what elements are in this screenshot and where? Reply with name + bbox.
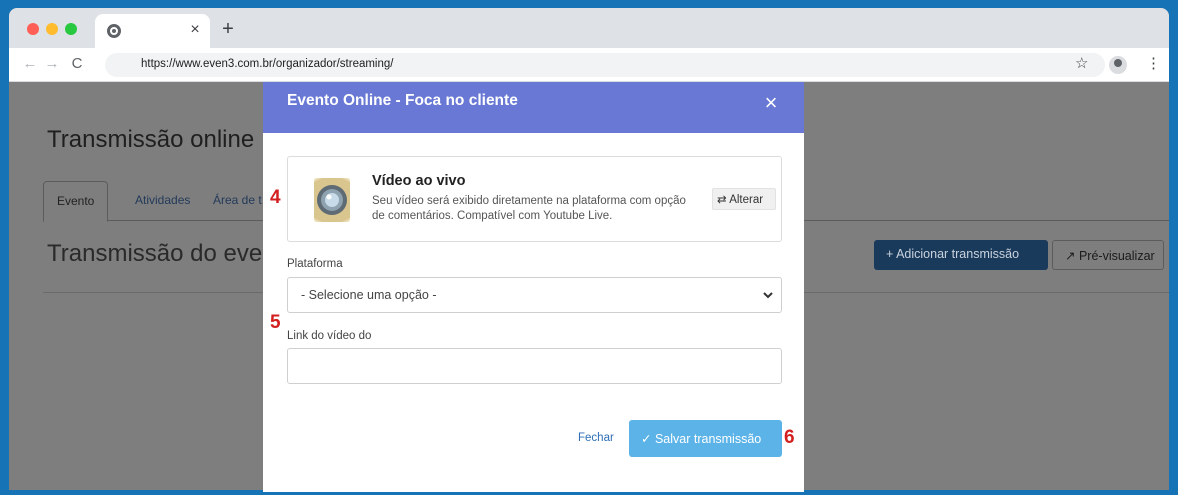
video-link-input[interactable]	[287, 348, 782, 384]
minimize-window-button[interactable]	[46, 23, 58, 35]
save-transmission-button[interactable]: ✓ Salvar transmissão	[629, 420, 782, 457]
tab-area[interactable]: Área de t	[213, 193, 262, 207]
video-link-label: Link do vídeo do	[287, 330, 372, 342]
external-link-icon: ↗	[1065, 249, 1076, 263]
preview-button-label: Pré-visualizar	[1078, 249, 1155, 263]
tab-close-icon[interactable]: ×	[187, 21, 203, 39]
card-title: Vídeo ao vivo	[372, 173, 466, 189]
streaming-modal: Evento Online - Foca no cliente × Vídeo …	[263, 82, 804, 492]
change-button-label: Alterar	[729, 194, 764, 206]
tab-atividades[interactable]: Atividades	[135, 193, 190, 207]
browser-menu-icon[interactable]: ⋮	[1146, 54, 1161, 72]
close-link[interactable]: Fechar	[578, 432, 614, 444]
section-title: Transmissão do event	[47, 240, 283, 267]
chrome-icon	[107, 24, 121, 38]
swap-icon: ⇄	[717, 194, 727, 206]
webcam-icon	[314, 178, 350, 222]
step-marker-5: 5	[270, 312, 281, 333]
tab-bar: × +	[9, 8, 1169, 48]
address-bar[interactable]: https://www.even3.com.br/organizador/str…	[105, 53, 1105, 77]
profile-avatar-icon[interactable]	[1109, 56, 1127, 74]
maximize-window-button[interactable]	[65, 23, 77, 35]
modal-title: Evento Online - Foca no cliente	[287, 92, 518, 109]
browser-tab[interactable]: ×	[95, 14, 210, 48]
url-text: https://www.even3.com.br/organizador/str…	[141, 58, 394, 70]
close-window-button[interactable]	[27, 23, 39, 35]
back-button[interactable]: ←	[21, 54, 39, 74]
modal-header: Evento Online - Foca no cliente ×	[263, 82, 804, 133]
forward-button[interactable]: →	[43, 54, 61, 74]
chevron-down-icon	[763, 292, 773, 299]
change-button[interactable]: ⇄ Alterar	[712, 188, 776, 210]
bookmark-star-icon[interactable]: ☆	[1075, 54, 1088, 72]
platform-select[interactable]: - Selecione uma opção -	[287, 277, 782, 313]
close-icon[interactable]: ×	[761, 90, 781, 116]
tab-evento[interactable]: Evento	[43, 181, 109, 222]
preview-button[interactable]: ↗ Pré-visualizar	[1052, 240, 1164, 270]
page-title: Transmissão online	[47, 126, 255, 153]
step-marker-4: 4	[270, 187, 281, 208]
browser-toolbar: ← → C https://www.even3.com.br/organizad…	[9, 48, 1169, 82]
new-tab-button[interactable]: +	[219, 19, 237, 40]
card-description: Seu vídeo será exibido diretamente na pl…	[372, 195, 686, 222]
platform-selected-value: - Selecione uma opção -	[301, 288, 437, 302]
streaming-type-card: Vídeo ao vivo Seu vídeo será exibido dir…	[287, 156, 782, 242]
platform-label: Plataforma	[287, 258, 343, 270]
reload-button[interactable]: C	[68, 54, 86, 74]
add-transmission-button[interactable]: + Adicionar transmissão	[874, 240, 1048, 270]
step-marker-6: 6	[784, 427, 795, 448]
